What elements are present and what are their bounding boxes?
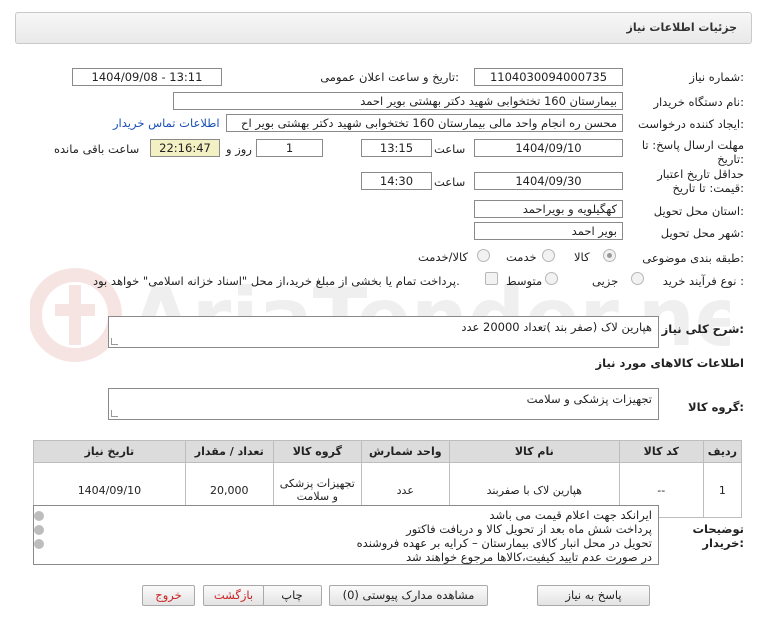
category-label: طبقه بندی موضوعی: bbox=[642, 251, 744, 265]
goods-group-textarea[interactable]: تجهیزات پزشکی و سلامت bbox=[108, 388, 659, 420]
col-header-date: تاریخ نیاز bbox=[33, 440, 186, 463]
deadline-time-field: 13:15 bbox=[361, 139, 432, 157]
scroll-thumb-icon[interactable] bbox=[34, 525, 44, 535]
announce-date-field: 1404/09/08 - 13:11 bbox=[72, 68, 222, 86]
validity-label: حداقل تاریخ اعتبار bbox=[657, 167, 744, 181]
category-radio-goods-service[interactable] bbox=[477, 249, 490, 262]
resize-grip-icon[interactable] bbox=[111, 338, 118, 345]
validity-label-date: قیمت: تا تاریخ: bbox=[672, 181, 744, 195]
description-label: شرح کلی نیاز: bbox=[661, 322, 744, 336]
col-header-unit: واحد شمارش bbox=[360, 440, 450, 463]
view-attachments-button[interactable]: مشاهده مدارک پیوستی (0) bbox=[329, 585, 488, 606]
buyer-note-line: در صورت عدم تایید کیفیت،کالاها مرجوع خوا… bbox=[405, 550, 652, 564]
deadline-label: مهلت ارسال پاسخ: تا bbox=[641, 138, 744, 152]
buyer-label: نام دستگاه خریدار: bbox=[653, 95, 744, 109]
process-label: نوع فرآیند خرید : bbox=[662, 274, 744, 288]
process-option-medium: متوسط bbox=[506, 274, 543, 288]
cell-row-number: 1 bbox=[702, 462, 743, 518]
goods-group-text: تجهیزات پزشکی و سلامت bbox=[526, 392, 652, 406]
need-number-field: 1104030094000735 bbox=[474, 68, 623, 86]
announce-label: تاریخ و ساعت اعلان عمومی: bbox=[320, 70, 459, 84]
col-header-name: نام کالا bbox=[448, 440, 620, 463]
col-header-qty: تعداد / مقدار bbox=[184, 440, 274, 463]
scroll-up-icon[interactable] bbox=[34, 511, 44, 521]
remaining-label: ساعت باقی مانده bbox=[54, 142, 140, 156]
buyer-notes-textarea[interactable]: ایرانکد جهت اعلام قیمت می باشد پرداخت شش… bbox=[33, 505, 659, 565]
validity-time-label: ساعت bbox=[434, 175, 466, 189]
scroll-down-icon[interactable] bbox=[34, 539, 44, 549]
notes-scrollbar[interactable] bbox=[32, 505, 46, 565]
creator-field: محسن ره انجام واحد مالی بیمارستان 160 تخ… bbox=[226, 114, 623, 132]
deadline-time-label: ساعت bbox=[434, 142, 466, 156]
col-header-group: گروه کالا bbox=[272, 440, 362, 463]
city-label: شهر محل تحویل: bbox=[660, 226, 744, 240]
header-panel: جزئیات اطلاعات نیاز bbox=[15, 12, 752, 44]
validity-date-field: 1404/09/30 bbox=[474, 172, 623, 190]
province-label: استان محل تحویل: bbox=[653, 204, 744, 218]
buyer-contact-link[interactable]: اطلاعات تماس خریدار bbox=[113, 116, 220, 130]
reply-button[interactable]: پاسخ به نیاز bbox=[537, 585, 650, 606]
goods-group-label: گروه کالا: bbox=[688, 400, 744, 414]
category-option-goods: کالا bbox=[574, 250, 590, 264]
days-field: 1 bbox=[256, 139, 323, 157]
process-radio-medium[interactable] bbox=[545, 272, 558, 285]
description-text: هپارین لاک (صفر بند )تعداد 20000 عدد bbox=[461, 320, 652, 334]
buyer-field: بیمارستان 160 تختخوابی شهید دکتر بهشتی ب… bbox=[173, 92, 623, 110]
creator-label: ایجاد کننده درخواست: bbox=[638, 117, 744, 131]
resize-grip-icon[interactable] bbox=[111, 410, 118, 417]
category-option-goods-service: کالا/خدمت bbox=[418, 250, 469, 264]
buyer-notes-label: توضیحات bbox=[692, 522, 745, 536]
back-button[interactable]: بازگشت bbox=[203, 585, 264, 606]
process-radio-minor[interactable] bbox=[631, 272, 644, 285]
buyer-notes-label-2: خریدار: bbox=[702, 536, 744, 550]
description-textarea[interactable]: هپارین لاک (صفر بند )تعداد 20000 عدد bbox=[108, 316, 659, 348]
treasury-payment-checkbox[interactable] bbox=[485, 272, 498, 285]
col-header-row-number: ردیف bbox=[702, 440, 743, 463]
print-button[interactable]: چاپ bbox=[262, 585, 322, 606]
buyer-note-line: ایرانکد جهت اعلام قیمت می باشد bbox=[489, 508, 652, 522]
goods-section-title: اطلاعات کالاهای مورد نیاز bbox=[595, 356, 744, 370]
days-label: روز و bbox=[226, 142, 252, 156]
city-field: بویر احمد bbox=[474, 222, 623, 240]
deadline-label-date: تاریخ: bbox=[717, 152, 744, 166]
table-header-row: ردیف کد کالا نام کالا واحد شمارش گروه کا… bbox=[33, 440, 743, 463]
category-option-service: خدمت bbox=[506, 250, 537, 264]
buyer-note-line: تحویل در محل انبار کالای بیمارستان – کرا… bbox=[356, 536, 652, 550]
deadline-date-field: 1404/09/10 bbox=[474, 139, 623, 157]
validity-time-field: 14:30 bbox=[361, 172, 432, 190]
process-option-minor: جزیی bbox=[592, 274, 619, 288]
buyer-note-line: پرداخت شش ماه بعد از تحویل کالا و دریافت… bbox=[406, 522, 652, 536]
remaining-time-field: 22:16:47 bbox=[150, 139, 220, 157]
exit-button[interactable]: خروج bbox=[142, 585, 195, 606]
page-title: جزئیات اطلاعات نیاز bbox=[626, 21, 738, 34]
category-radio-goods[interactable] bbox=[603, 249, 616, 262]
col-header-code: کد کالا bbox=[618, 440, 704, 463]
province-field: کهگیلویه و بویراحمد bbox=[474, 200, 623, 218]
category-radio-service[interactable] bbox=[542, 249, 555, 262]
treasury-payment-note: پرداخت تمام یا بخشی از مبلغ خرید،از محل … bbox=[93, 274, 460, 288]
need-number-label: شماره نیاز: bbox=[689, 70, 744, 84]
